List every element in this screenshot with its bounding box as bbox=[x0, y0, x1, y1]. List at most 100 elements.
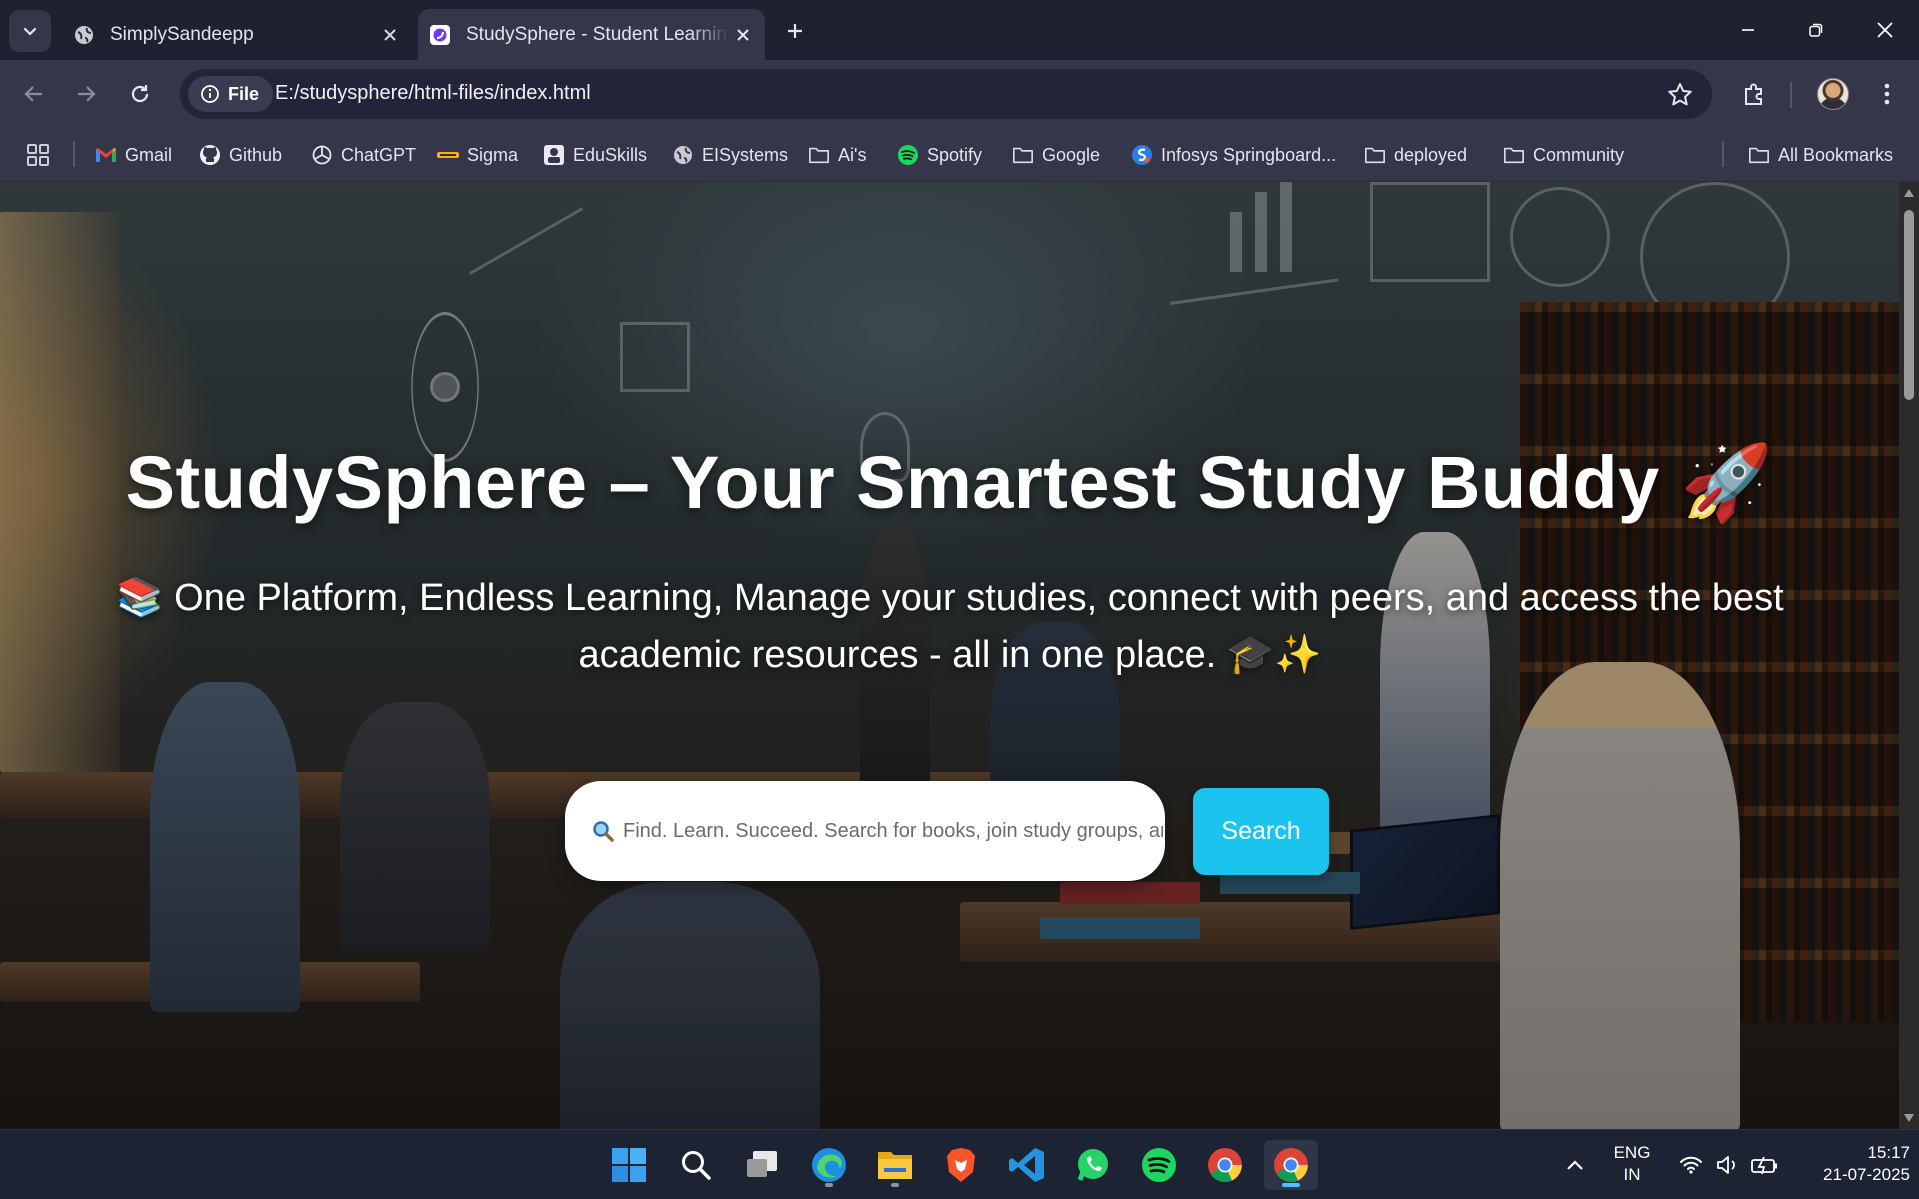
reload-button[interactable] bbox=[118, 72, 162, 116]
clock[interactable]: 15:17 21-07-2025 bbox=[1790, 1142, 1910, 1186]
bookmark-chatgpt[interactable]: ChatGPT bbox=[311, 140, 416, 170]
show-hidden-icons-button[interactable] bbox=[1548, 1140, 1602, 1190]
vscode-app[interactable] bbox=[1000, 1140, 1054, 1190]
whatsapp-app[interactable] bbox=[1066, 1140, 1120, 1190]
close-tab-icon[interactable] bbox=[376, 21, 404, 49]
tab-studysphere[interactable]: StudySphere - Student Learning bbox=[418, 9, 765, 60]
address-bar[interactable]: File E:/studysphere/html-files/index.htm… bbox=[180, 69, 1712, 119]
chrome-app[interactable] bbox=[1198, 1140, 1252, 1190]
page-viewport: StudySphere – Your Smartest Study Buddy … bbox=[0, 182, 1899, 1129]
url-text[interactable]: E:/studysphere/html-files/index.html bbox=[275, 82, 591, 105]
bookmarks-separator bbox=[1722, 141, 1724, 167]
back-button[interactable] bbox=[12, 72, 56, 116]
folder-icon bbox=[808, 144, 830, 166]
chrome-icon bbox=[1208, 1148, 1242, 1182]
clock-time: 15:17 bbox=[1867, 1143, 1910, 1162]
reload-icon bbox=[131, 85, 149, 103]
apps-button[interactable] bbox=[26, 140, 50, 170]
arrow-left-icon bbox=[24, 86, 42, 102]
quick-settings-button[interactable] bbox=[1664, 1140, 1794, 1190]
bookmark-label: Infosys Springboard... bbox=[1161, 144, 1337, 165]
globe-icon bbox=[672, 144, 694, 166]
bookmark-github[interactable]: Github bbox=[199, 140, 282, 170]
wifi-icon bbox=[1680, 1156, 1702, 1174]
extensions-button[interactable] bbox=[1732, 72, 1776, 116]
bookmark-infosys-springboard[interactable]: Infosys Springboard... bbox=[1131, 140, 1336, 170]
bookmark-sigma[interactable]: Sigma bbox=[437, 140, 518, 170]
bookmark-eduskills[interactable]: EduSkills bbox=[543, 140, 647, 170]
profile-button[interactable] bbox=[1811, 72, 1855, 116]
brave-icon bbox=[947, 1148, 975, 1182]
page-scrollbar[interactable] bbox=[1899, 182, 1919, 1129]
running-indicator bbox=[825, 1183, 833, 1187]
menu-button[interactable] bbox=[1865, 72, 1909, 116]
bookmark-label: Github bbox=[229, 144, 283, 165]
language-indicator[interactable]: ENG IN bbox=[1608, 1142, 1656, 1186]
file-explorer-icon bbox=[878, 1152, 912, 1179]
globe-icon bbox=[72, 23, 96, 47]
bookmark-folder-deployed[interactable]: deployed bbox=[1364, 140, 1467, 170]
file-explorer-app[interactable] bbox=[868, 1140, 922, 1190]
spotify-icon bbox=[1142, 1148, 1176, 1182]
bookmark-gmail[interactable]: Gmail bbox=[95, 140, 172, 170]
running-indicator bbox=[891, 1183, 899, 1187]
language-region: IN bbox=[1623, 1165, 1641, 1184]
browser-tab-strip: SimplySandeepp StudySphere - Student Lea… bbox=[0, 0, 1919, 60]
chatgpt-icon bbox=[311, 144, 333, 166]
tab-search-button[interactable] bbox=[9, 10, 51, 52]
bookmark-label: Google bbox=[1042, 144, 1101, 165]
arrow-right-icon bbox=[78, 86, 96, 102]
whatsapp-icon bbox=[1077, 1149, 1108, 1181]
close-window-button[interactable] bbox=[1855, 8, 1915, 52]
scroll-thumb[interactable] bbox=[1904, 210, 1914, 400]
scroll-up-icon[interactable] bbox=[1903, 188, 1915, 198]
scroll-down-icon[interactable] bbox=[1903, 1113, 1915, 1123]
edge-app[interactable] bbox=[802, 1140, 856, 1190]
bookmark-label: Spotify bbox=[927, 144, 983, 165]
bookmark-label: Gmail bbox=[125, 144, 173, 165]
bookmark-folder-google[interactable]: Google bbox=[1012, 140, 1100, 170]
tab-simplysandeepp[interactable]: SimplySandeepp bbox=[62, 9, 412, 60]
magnifier-icon bbox=[593, 821, 614, 842]
puzzle-icon bbox=[1745, 83, 1762, 105]
taskbar-search-button[interactable] bbox=[669, 1140, 723, 1190]
chrome-app-active[interactable] bbox=[1264, 1140, 1318, 1190]
close-tab-icon[interactable] bbox=[729, 21, 757, 49]
spotify-app[interactable] bbox=[1132, 1140, 1186, 1190]
bookmark-spotify[interactable]: Spotify bbox=[897, 140, 982, 170]
running-indicator bbox=[1282, 1183, 1300, 1187]
restore-button[interactable] bbox=[1786, 8, 1846, 52]
bookmark-label: EduSkills bbox=[573, 144, 648, 165]
brave-app[interactable] bbox=[934, 1140, 988, 1190]
browser-toolbar: File E:/studysphere/html-files/index.htm… bbox=[0, 60, 1919, 128]
search-box[interactable] bbox=[565, 781, 1165, 881]
bookmark-label: Community bbox=[1533, 144, 1625, 165]
start-button[interactable] bbox=[602, 1140, 656, 1190]
minimize-button[interactable] bbox=[1718, 8, 1778, 52]
search-input[interactable] bbox=[623, 819, 1163, 843]
restore-icon bbox=[1809, 23, 1823, 37]
new-tab-button[interactable] bbox=[778, 14, 812, 48]
search-button[interactable]: Search bbox=[1193, 788, 1329, 875]
folder-icon bbox=[1503, 144, 1525, 166]
avatar bbox=[1817, 78, 1849, 110]
all-bookmarks-button[interactable]: All Bookmarks bbox=[1748, 140, 1893, 170]
studysphere-favicon-icon bbox=[428, 23, 452, 47]
windows-taskbar: ENG IN 15:17 21-07-2025 bbox=[0, 1129, 1919, 1199]
plus-icon bbox=[788, 24, 802, 38]
battery-charging-icon bbox=[1751, 1156, 1777, 1175]
tab-title: SimplySandeepp bbox=[110, 23, 254, 45]
tab-title: StudySphere - Student Learning bbox=[466, 23, 729, 45]
bookmark-folder-community[interactable]: Community bbox=[1503, 140, 1624, 170]
bookmark-folder-ais[interactable]: Ai's bbox=[808, 140, 866, 170]
task-view-button[interactable] bbox=[735, 1140, 789, 1190]
spotify-icon bbox=[897, 144, 919, 166]
site-info-chip[interactable]: File bbox=[188, 76, 274, 112]
bookmarks-bar: Gmail Github ChatGPT Sigma EduSkills EIS… bbox=[0, 128, 1919, 182]
forward-button[interactable] bbox=[64, 72, 108, 116]
bookmark-eisystems[interactable]: EISystems bbox=[672, 140, 788, 170]
minimize-icon bbox=[1742, 29, 1754, 31]
page-title: StudySphere – Your Smartest Study Buddy … bbox=[125, 441, 1774, 524]
windows-start-icon bbox=[612, 1148, 646, 1182]
bookmark-star-icon[interactable] bbox=[1666, 81, 1694, 109]
